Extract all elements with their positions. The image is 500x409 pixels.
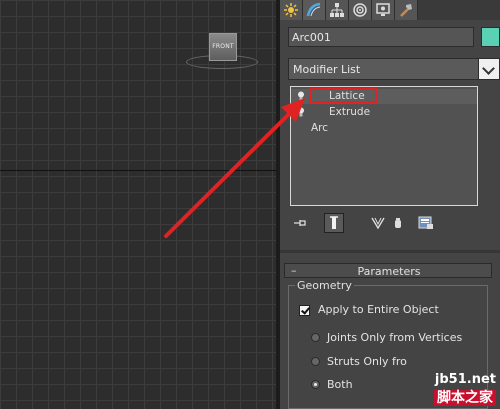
watermark-site: jb51.net	[434, 372, 496, 387]
modify-icon	[306, 2, 321, 17]
struts-only-label: Struts Only fro	[327, 355, 407, 368]
display-icon	[376, 3, 390, 16]
collapse-toggle[interactable]: –	[291, 264, 297, 277]
tab-motion[interactable]	[349, 0, 372, 20]
motion-icon	[353, 3, 367, 17]
tab-hierarchy[interactable]	[326, 0, 349, 20]
end-result-icon	[330, 216, 338, 229]
tab-display[interactable]	[372, 0, 395, 20]
stack-item-label: Arc	[311, 122, 329, 134]
trash-icon	[395, 218, 401, 228]
parameters-rollout-header[interactable]: Parameters –	[284, 263, 492, 278]
watermark-text: 脚本之家	[434, 390, 496, 406]
stack-item-extrude[interactable]: Extrude	[291, 105, 477, 120]
stack-item-arc[interactable]: Arc	[291, 121, 477, 136]
modifier-list-label: Modifier List	[293, 63, 361, 76]
joints-only-radio[interactable]	[311, 333, 320, 342]
command-panel-tabs	[280, 0, 500, 20]
highlight-box	[309, 88, 377, 103]
modifier-list-dropdown[interactable]: Modifier List	[288, 58, 500, 80]
command-panel: Arc001 Modifier List Lattice Extrude Arc	[280, 0, 500, 409]
make-unique-icon	[371, 217, 385, 230]
both-label: Both	[327, 378, 353, 391]
geometry-group-title: Geometry	[295, 279, 354, 292]
create-icon	[284, 3, 298, 17]
tab-create[interactable]	[280, 0, 303, 20]
configure-modifier-sets-button[interactable]	[416, 213, 436, 233]
apply-entire-object-checkbox[interactable]	[299, 305, 310, 316]
struts-only-radio[interactable]	[311, 357, 320, 366]
utilities-icon	[400, 4, 412, 17]
both-radio[interactable]	[311, 380, 320, 389]
pin-stack-button[interactable]	[290, 213, 310, 233]
viewport-axis-line	[0, 170, 276, 171]
remove-modifier-button[interactable]	[388, 213, 408, 233]
object-name-field[interactable]: Arc001	[288, 27, 474, 47]
hierarchy-icon	[330, 3, 344, 17]
pin-icon	[294, 220, 306, 226]
stack-item-label: Extrude	[329, 106, 371, 118]
modifier-stack[interactable]: Lattice Extrude Arc	[290, 86, 478, 206]
tab-modify[interactable]	[303, 0, 326, 20]
stack-toolbar	[288, 213, 498, 235]
make-unique-button[interactable]	[368, 213, 388, 233]
apply-entire-object-label: Apply to Entire Object	[318, 303, 439, 316]
tab-utilities[interactable]	[395, 0, 418, 20]
lightbulb-icon[interactable]	[297, 91, 305, 101]
object-color-swatch[interactable]	[481, 27, 500, 47]
lightbulb-icon[interactable]	[297, 107, 305, 117]
show-end-result-button[interactable]	[324, 213, 344, 233]
rollout-title: Parameters	[357, 265, 421, 278]
joints-only-label: Joints Only from Vertices	[327, 331, 463, 344]
stack-item-lattice[interactable]: Lattice	[291, 88, 477, 104]
panel-separator	[280, 250, 500, 253]
chevron-down-icon[interactable]	[478, 59, 499, 79]
watermark: jb51.net 脚本之家	[434, 372, 496, 407]
viewcube[interactable]: FRONT	[209, 33, 237, 61]
configure-icon	[418, 216, 433, 229]
front-viewport[interactable]: FRONT	[0, 0, 276, 409]
